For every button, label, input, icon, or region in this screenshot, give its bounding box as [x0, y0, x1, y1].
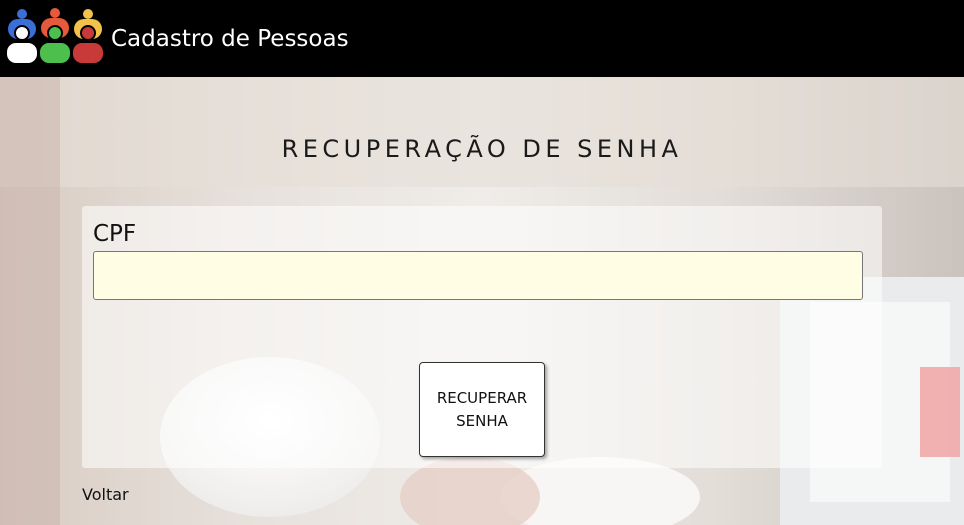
- cpf-label: CPF: [93, 221, 137, 247]
- recovery-page: Cadastro de Pessoas RECUPERAÇÃO DE SENHA…: [0, 0, 964, 525]
- top-navbar: Cadastro de Pessoas: [0, 0, 964, 77]
- recover-password-button[interactable]: RECUPERAR SENHA: [419, 362, 545, 457]
- back-link[interactable]: Voltar: [82, 485, 129, 505]
- page-title: RECUPERAÇÃO DE SENHA: [281, 135, 683, 163]
- app-title: Cadastro de Pessoas: [111, 26, 349, 52]
- cpf-input[interactable]: [93, 251, 863, 300]
- people-group-icon: [5, 8, 105, 64]
